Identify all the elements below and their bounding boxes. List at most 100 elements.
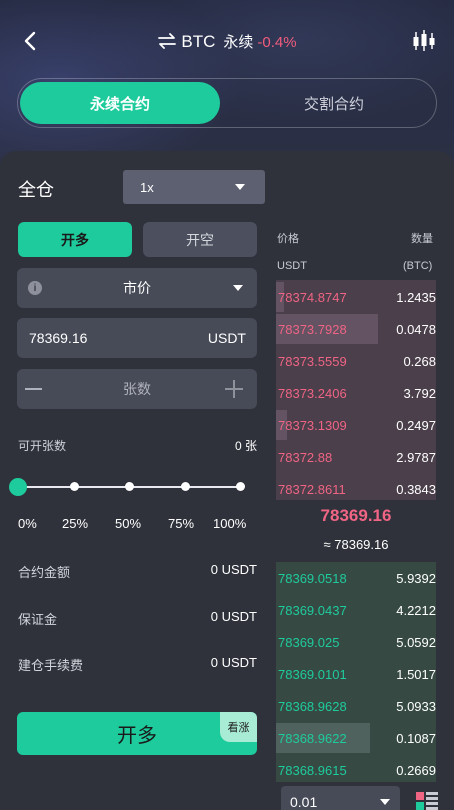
- bid-row[interactable]: 78368.9628 5.0933: [276, 691, 436, 721]
- percent-100[interactable]: 100%: [213, 516, 246, 531]
- price-field: USDT: [17, 318, 257, 358]
- orderbook-price-header: 价格: [277, 233, 299, 245]
- tab-delivery[interactable]: 交割合约: [234, 82, 434, 124]
- available-label: 可开张数: [18, 439, 67, 453]
- bid-price: 78368.9622: [278, 731, 347, 746]
- bid-qty: 0.2669: [396, 763, 436, 778]
- bid-qty: 5.0592: [396, 635, 436, 650]
- market-title[interactable]: BTC 永续 -0.4%: [0, 31, 454, 52]
- price-input[interactable]: [29, 318, 189, 358]
- order-type-value: 市价: [123, 280, 151, 296]
- bid-qty: 5.0933: [396, 699, 436, 714]
- ask-price: 78373.5559: [278, 354, 347, 369]
- submit-long-button[interactable]: 开多 看涨: [17, 712, 257, 755]
- ask-row[interactable]: 78373.5559 0.268: [276, 346, 436, 376]
- slider-step-100[interactable]: [236, 482, 245, 491]
- caret-down-icon: [233, 285, 243, 291]
- available-value: 0 张: [234, 439, 257, 453]
- ask-row[interactable]: 78373.2406 3.792: [276, 378, 436, 408]
- percent-25[interactable]: 25%: [62, 516, 88, 531]
- percent-75[interactable]: 75%: [168, 516, 194, 531]
- info-icon[interactable]: i: [28, 281, 42, 295]
- bid-price: 78369.0437: [278, 603, 347, 618]
- ask-price: 78373.7928: [278, 322, 347, 337]
- leverage-value: 1x: [140, 179, 154, 195]
- margin-value: 0 USDT: [210, 609, 257, 624]
- bullish-tag: 看涨: [220, 712, 257, 742]
- candlestick-chart-icon[interactable]: [411, 29, 437, 53]
- open-short-button[interactable]: 开空: [143, 222, 257, 257]
- price-change: -0.4%: [257, 34, 297, 51]
- ask-qty: 1.2435: [396, 290, 436, 305]
- ask-price: 78372.88: [278, 450, 333, 465]
- slider-step-75[interactable]: [181, 482, 190, 491]
- top-bar: BTC 永续 -0.4%: [0, 0, 454, 80]
- ask-row[interactable]: 78372.8611 0.3843: [276, 474, 436, 504]
- order-type-select[interactable]: i 市价: [17, 268, 257, 308]
- ask-qty: 0.3843: [396, 482, 436, 497]
- ask-price: 78373.2406: [278, 386, 347, 401]
- slider-step-25[interactable]: [70, 482, 79, 491]
- price-unit: USDT: [207, 330, 246, 346]
- leverage-select[interactable]: 1x: [123, 170, 265, 204]
- amount-slider[interactable]: [9, 478, 245, 496]
- margin-label: 保证金: [18, 612, 58, 627]
- bid-qty: 4.2212: [396, 603, 436, 618]
- caret-down-icon: [235, 184, 245, 190]
- margin-mode-label[interactable]: 全仓: [18, 176, 54, 202]
- bid-qty: 5.9392: [396, 571, 436, 586]
- last-price-approx: ≈ 78369.16: [323, 537, 389, 552]
- ask-row[interactable]: 78373.7928 0.0478: [276, 314, 436, 344]
- bid-row[interactable]: 78369.0437 4.2212: [276, 595, 436, 625]
- plus-icon[interactable]: [225, 380, 243, 398]
- ask-qty: 0.2497: [396, 418, 436, 433]
- bid-price: 78369.025: [278, 635, 340, 650]
- precision-select[interactable]: 0.01: [281, 786, 400, 810]
- orderbook-qty-unit: (BTC): [403, 260, 433, 272]
- ask-row[interactable]: 78373.1309 0.2497: [276, 410, 436, 440]
- bid-qty: 0.1087: [396, 731, 436, 746]
- slider-step-50[interactable]: [125, 482, 134, 491]
- contract-amount-value: 0 USDT: [210, 562, 257, 577]
- bid-price: 78368.9628: [278, 699, 347, 714]
- swap-icon: [158, 33, 177, 49]
- ask-price: 78373.1309: [278, 418, 347, 433]
- ask-row[interactable]: 78374.8747 1.2435: [276, 282, 436, 312]
- fee-value: 0 USDT: [210, 655, 257, 670]
- tab-perpetual[interactable]: 永续合约: [20, 82, 220, 124]
- ask-qty: 0.0478: [396, 322, 436, 337]
- bid-row[interactable]: 78369.025 5.0592: [276, 627, 436, 657]
- bid-row[interactable]: 78368.9622 0.1087: [276, 723, 436, 753]
- caret-down-icon: [380, 799, 390, 805]
- bid-row[interactable]: 78369.0518 5.9392: [276, 563, 436, 593]
- fee-label: 建仓手续费: [18, 658, 84, 673]
- bid-price: 78368.9615: [278, 763, 347, 778]
- percent-50[interactable]: 50%: [115, 516, 141, 531]
- quantity-input[interactable]: [57, 369, 217, 409]
- open-long-button[interactable]: 开多: [18, 222, 132, 257]
- bid-price: 78369.0101: [278, 667, 347, 682]
- submit-label: 开多: [117, 725, 157, 747]
- ask-price: 78372.8611: [278, 482, 346, 497]
- last-price: 78369.16: [320, 506, 392, 525]
- percent-0[interactable]: 0%: [18, 516, 37, 531]
- contract-amount-label: 合约金额: [18, 565, 71, 580]
- symbol-label: BTC: [181, 32, 216, 51]
- bid-qty: 1.5017: [396, 667, 436, 682]
- precision-value: 0.01: [290, 794, 318, 810]
- contract-type-label: 永续: [223, 34, 254, 51]
- quantity-stepper: [17, 369, 257, 409]
- slider-thumb[interactable]: [9, 478, 27, 496]
- minus-icon[interactable]: [25, 388, 42, 390]
- bid-price: 78369.0518: [278, 571, 347, 586]
- orderbook-qty-header: 数量: [411, 233, 433, 245]
- ask-qty: 0.268: [403, 354, 436, 369]
- bid-row[interactable]: 78369.0101 1.5017: [276, 659, 436, 689]
- ask-price: 78374.8747: [278, 290, 347, 305]
- ask-qty: 3.792: [403, 386, 436, 401]
- orderbook-price-unit: USDT: [277, 260, 307, 272]
- orderbook-layout-icon[interactable]: [416, 792, 438, 810]
- bid-row[interactable]: 78368.9615 0.2669: [276, 755, 436, 785]
- ask-row[interactable]: 78372.88 2.9787: [276, 442, 436, 472]
- ask-qty: 2.9787: [396, 450, 436, 465]
